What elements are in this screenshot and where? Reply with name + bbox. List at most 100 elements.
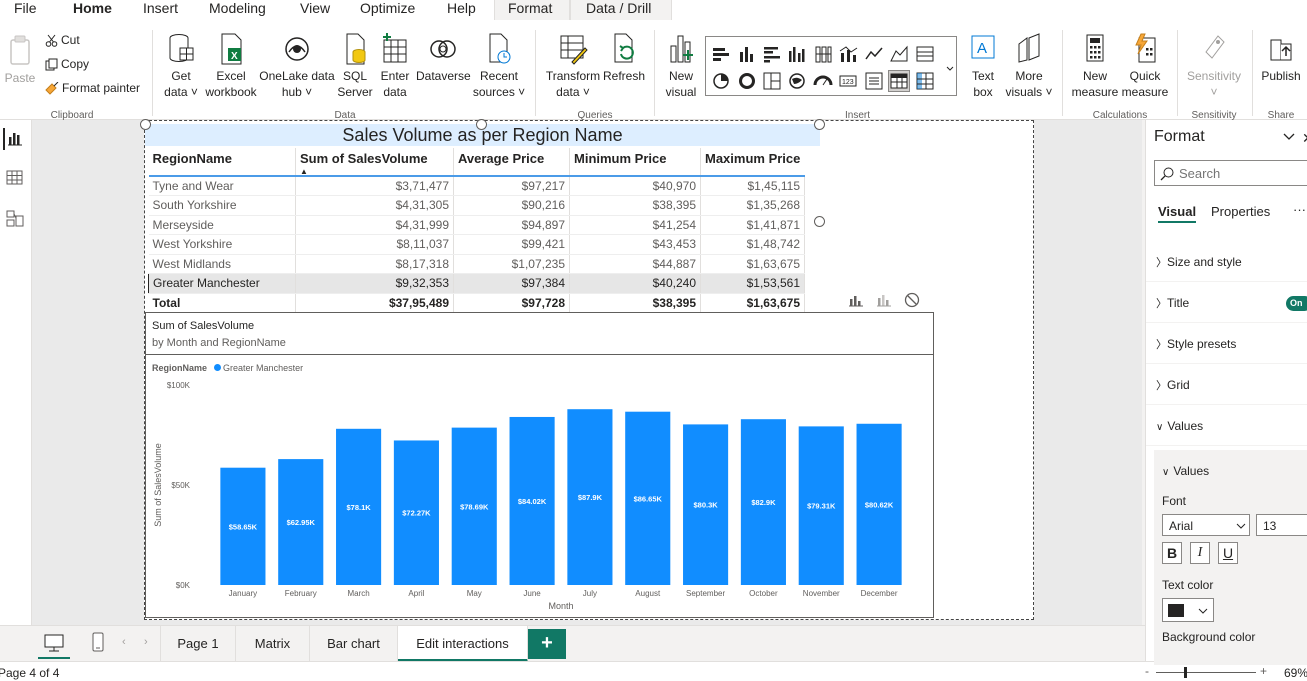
- format-search-input[interactable]: [1179, 164, 1307, 182]
- line-column-chart-icon[interactable]: [837, 43, 859, 65]
- gauge-icon[interactable]: [812, 70, 834, 92]
- stacked-bar-chart-icon[interactable]: [710, 43, 732, 65]
- menu-data-drill[interactable]: Data / Drill: [586, 0, 651, 20]
- gallery-expand-icon[interactable]: [944, 62, 956, 76]
- clustered-bar-chart-icon[interactable]: [761, 43, 783, 65]
- menu-file[interactable]: File: [14, 0, 37, 20]
- publish-button[interactable]: Publish: [1258, 32, 1304, 84]
- text-box-button[interactable]: A Text box: [964, 32, 1002, 100]
- column-header-minimum-price[interactable]: Minimum Price: [569, 148, 701, 177]
- tab-visual[interactable]: Visual: [1158, 204, 1197, 223]
- matrix-visual-icon[interactable]: [914, 70, 936, 92]
- tab-page-1[interactable]: Page 1: [160, 626, 236, 662]
- cut-button[interactable]: Cut: [45, 32, 80, 48]
- column-header-average-price[interactable]: Average Price: [453, 148, 570, 177]
- zoom-level[interactable]: 69%: [1284, 666, 1307, 680]
- section-size-and-style[interactable]: 〉Size and style: [1146, 242, 1307, 282]
- menu-help[interactable]: Help: [447, 0, 476, 20]
- more-options-icon[interactable]: ···: [1293, 202, 1306, 217]
- desktop-layout-icon[interactable]: [38, 629, 70, 659]
- collapse-pane-icon[interactable]: [1282, 130, 1296, 144]
- menu-format[interactable]: Format: [508, 0, 552, 20]
- 100-stacked-column-icon[interactable]: [812, 43, 834, 65]
- tab-bar-chart[interactable]: Bar chart: [310, 626, 398, 662]
- ribbon-chart-icon[interactable]: [914, 43, 936, 65]
- add-page-button[interactable]: +: [528, 629, 566, 659]
- more-visuals-button[interactable]: More visuals ˅: [1004, 32, 1054, 100]
- format-painter-button[interactable]: Format painter: [45, 80, 140, 96]
- copy-button[interactable]: Copy: [45, 56, 89, 72]
- column-header-maximum-price[interactable]: Maximum Price: [700, 148, 805, 177]
- tab-properties[interactable]: Properties: [1211, 204, 1270, 219]
- table-row[interactable]: South Yorkshire $4,31,305 $90,216 $38,39…: [148, 195, 805, 216]
- donut-chart-icon[interactable]: [736, 70, 758, 92]
- tab-scroll-right-icon[interactable]: ›: [144, 636, 156, 650]
- table-visual-icon[interactable]: [888, 70, 910, 92]
- card-icon[interactable]: 123: [837, 70, 859, 92]
- table-view-icon[interactable]: [5, 168, 25, 188]
- dataverse-button[interactable]: Dataverse: [416, 32, 471, 84]
- new-measure-button[interactable]: New measure: [1070, 32, 1120, 100]
- resize-handle[interactable]: [140, 119, 151, 130]
- italic-button[interactable]: I: [1190, 542, 1210, 564]
- zoom-out-icon[interactable]: -: [1145, 664, 1149, 678]
- sensitivity-button[interactable]: Sensitivity ˅: [1185, 32, 1243, 100]
- menu-optimize[interactable]: Optimize: [360, 0, 415, 20]
- visuals-gallery[interactable]: 123: [705, 36, 957, 96]
- menu-view[interactable]: View: [300, 0, 330, 20]
- resize-handle[interactable]: [814, 119, 825, 130]
- table-visual[interactable]: Sales Volume as per Region Name RegionNa…: [145, 124, 820, 314]
- column-header-sum-salesvolume[interactable]: Sum of SalesVolume ▲: [295, 148, 454, 177]
- table-row[interactable]: West Yorkshire $8,11,037 $99,421 $43,453…: [148, 234, 805, 255]
- report-view-icon[interactable]: [3, 128, 25, 150]
- get-data-button[interactable]: Get data ˅: [161, 32, 201, 100]
- recent-sources-button[interactable]: Recent sources ˅: [472, 32, 526, 100]
- clustered-column-chart-icon[interactable]: [786, 43, 808, 65]
- refresh-button[interactable]: Refresh: [602, 32, 646, 84]
- area-chart-icon[interactable]: [888, 43, 910, 65]
- text-color-picker[interactable]: [1162, 598, 1214, 622]
- section-values[interactable]: ∨ Values: [1146, 406, 1307, 446]
- stacked-column-chart-icon[interactable]: [736, 43, 758, 65]
- quick-measure-button[interactable]: Quick measure: [1120, 32, 1170, 100]
- onelake-data-hub-button[interactable]: OneLake data hub ˅: [259, 32, 335, 100]
- menu-modeling[interactable]: Modeling: [209, 0, 266, 20]
- bold-button[interactable]: B: [1162, 542, 1182, 564]
- zoom-in-icon[interactable]: +: [1260, 664, 1267, 678]
- sql-server-button[interactable]: SQL Server: [337, 32, 373, 100]
- model-view-icon[interactable]: [5, 208, 25, 228]
- table-row[interactable]: Tyne and Wear $3,71,477 $97,217 $40,970 …: [148, 176, 805, 196]
- resize-handle[interactable]: [814, 216, 825, 227]
- treemap-icon[interactable]: [761, 70, 783, 92]
- menu-insert[interactable]: Insert: [143, 0, 178, 20]
- filter-interaction-icon[interactable]: [848, 293, 864, 307]
- section-grid[interactable]: 〉Grid: [1146, 365, 1307, 405]
- table-row[interactable]: West Midlands $8,17,318 $1,07,235 $44,88…: [148, 254, 805, 274]
- tab-edit-interactions[interactable]: Edit interactions: [398, 626, 528, 662]
- underline-button[interactable]: U: [1218, 542, 1238, 564]
- section-title[interactable]: 〉Title On: [1146, 283, 1307, 323]
- none-interaction-icon[interactable]: [904, 292, 920, 308]
- tab-scroll-left-icon[interactable]: ‹: [122, 636, 134, 650]
- format-search-box[interactable]: [1154, 160, 1307, 186]
- enter-data-button[interactable]: Enter data: [376, 32, 414, 100]
- paste-button[interactable]: Paste: [4, 34, 36, 86]
- section-style-presets[interactable]: 〉Style presets: [1146, 324, 1307, 364]
- map-icon[interactable]: [786, 70, 808, 92]
- zoom-slider-thumb[interactable]: [1184, 667, 1187, 678]
- tab-matrix[interactable]: Matrix: [236, 626, 310, 662]
- font-size-stepper[interactable]: 13: [1256, 514, 1307, 536]
- line-chart-icon[interactable]: [863, 43, 885, 65]
- menu-home[interactable]: Home: [73, 0, 112, 24]
- multi-row-card-icon[interactable]: [863, 70, 885, 92]
- resize-handle[interactable]: [476, 119, 487, 130]
- highlight-interaction-icon[interactable]: [876, 293, 892, 307]
- new-visual-button[interactable]: New visual: [662, 32, 700, 100]
- close-pane-icon[interactable]: ✕: [1302, 130, 1307, 147]
- excel-workbook-button[interactable]: X Excel workbook: [203, 32, 259, 100]
- pie-chart-icon[interactable]: [710, 70, 732, 92]
- font-family-dropdown[interactable]: Arial: [1162, 514, 1250, 536]
- bar-chart-visual[interactable]: Sum of SalesVolume by Month and RegionNa…: [145, 312, 934, 618]
- zoom-slider[interactable]: [1156, 672, 1256, 673]
- values-subsection[interactable]: ∨ Values: [1162, 464, 1209, 478]
